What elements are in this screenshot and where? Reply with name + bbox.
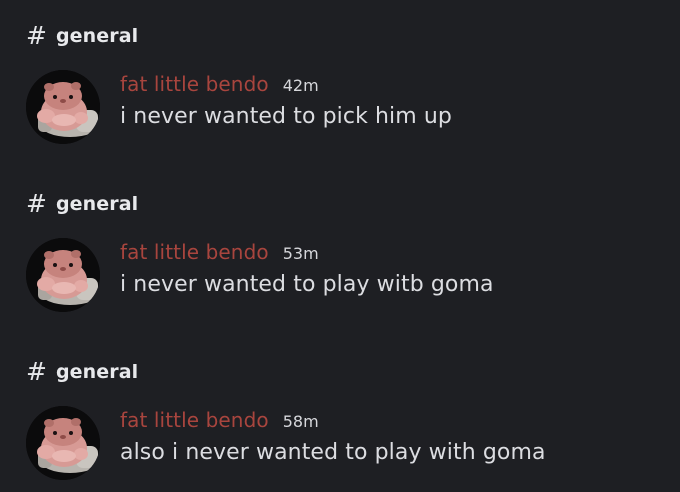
message-item[interactable]: fat little bendo 53m i never wanted to p… xyxy=(26,238,666,314)
channel-name: general xyxy=(55,25,139,47)
message-timestamp: 58m xyxy=(282,412,319,431)
channel-header[interactable]: # general xyxy=(26,358,138,386)
hamster-avatar-icon xyxy=(26,406,100,480)
hash-icon: # xyxy=(26,356,47,386)
channel-header[interactable]: # general xyxy=(26,22,138,50)
message-item[interactable]: fat little bendo 58m also i never wanted… xyxy=(26,406,666,482)
message-block: # general xyxy=(0,0,680,168)
message-text: i never wanted to play witb goma xyxy=(120,272,494,297)
author-name[interactable]: fat little bendo xyxy=(120,240,269,264)
hash-icon: # xyxy=(26,188,47,218)
message-meta: fat little bendo 42m xyxy=(120,72,319,98)
message-feed: # general fat little bendo 42m i never w… xyxy=(0,0,680,492)
message-block: # general xyxy=(0,336,680,492)
avatar[interactable] xyxy=(26,238,100,312)
message-block: # general xyxy=(0,168,680,336)
author-name[interactable]: fat little bendo xyxy=(120,408,269,432)
channel-name: general xyxy=(55,361,139,383)
message-text: also i never wanted to play with goma xyxy=(120,440,546,465)
channel-header[interactable]: # general xyxy=(26,190,138,218)
message-meta: fat little bendo 58m xyxy=(120,408,319,434)
hash-icon: # xyxy=(26,20,47,50)
message-meta: fat little bendo 53m xyxy=(120,240,319,266)
channel-name: general xyxy=(55,193,139,215)
avatar[interactable] xyxy=(26,406,100,480)
author-name[interactable]: fat little bendo xyxy=(120,72,269,96)
hamster-avatar-icon xyxy=(26,238,100,312)
message-item[interactable]: fat little bendo 42m i never wanted to p… xyxy=(26,70,666,146)
message-timestamp: 53m xyxy=(282,244,319,263)
avatar[interactable] xyxy=(26,70,100,144)
message-text: i never wanted to pick him up xyxy=(120,104,452,129)
hamster-avatar-icon xyxy=(26,70,100,144)
message-timestamp: 42m xyxy=(282,76,319,95)
